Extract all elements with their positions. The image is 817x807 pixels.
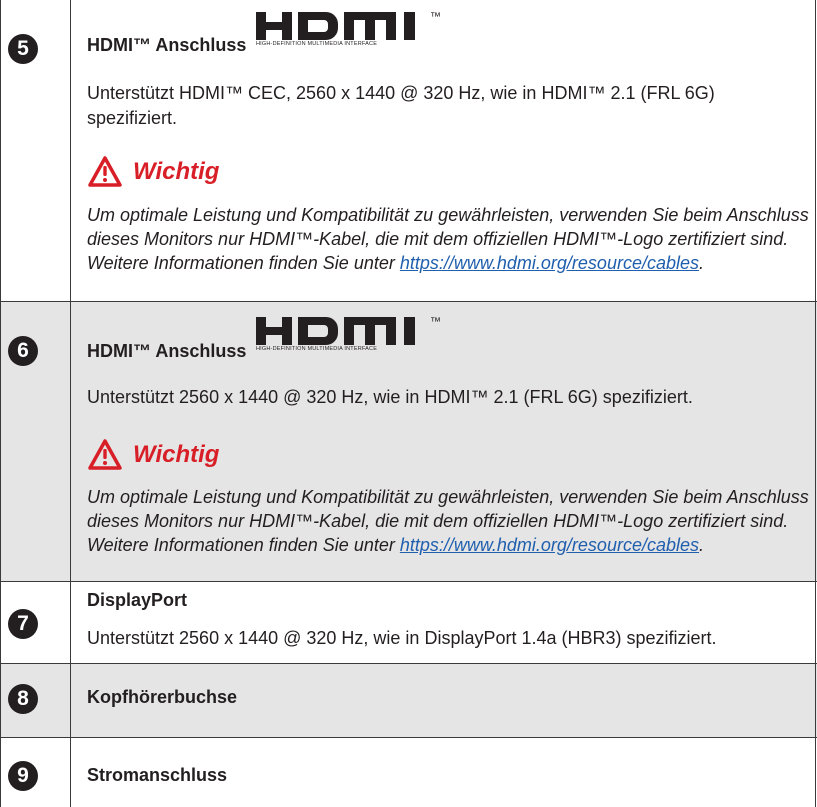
hdmi-logo: ™ HIGH-DEFINITION MULTIMEDIA INTERFACE [256, 12, 441, 47]
column-divider [0, 0, 1, 807]
column-divider [70, 0, 71, 807]
row-divider [0, 301, 817, 302]
table-row: 9 Stromanschluss [0, 737, 817, 807]
important-label: Wichtig [133, 441, 220, 468]
section-title: HDMI™ Anschluss [87, 341, 247, 361]
section-title: Kopfhörerbuchse [87, 687, 238, 707]
table-row: 6 HDMI™ Anschluss ™ HIGH-DEFINITION MULT… [0, 301, 817, 581]
section-description: Unterstützt 2560 x 1440 @ 320 Hz, wie in… [87, 628, 717, 648]
logo-subtitle: HIGH-DEFINITION MULTIMEDIA INTERFACE [256, 41, 378, 47]
table-row: 5 HDMI™ Anschluss ™ HIGH-DEFINITION MULT… [0, 0, 817, 301]
row-divider [0, 581, 817, 582]
step-number-badge: 7 [8, 609, 38, 639]
step-number-badge: 6 [8, 336, 38, 366]
row-divider [0, 663, 817, 664]
table-row: 7 DisplayPort Unterstützt 2560 x 1440 @ … [0, 581, 817, 663]
trademark-mark: ™ [430, 11, 441, 23]
step-number-badge: 8 [8, 684, 38, 714]
important-note: Um optimale Leistung und Kompatibilität … [87, 485, 812, 557]
column-divider [815, 0, 816, 807]
important-note: Um optimale Leistung und Kompatibilität … [87, 203, 812, 275]
important-label: Wichtig [133, 158, 220, 185]
hdmi-cables-link[interactable]: https://www.hdmi.org/resource/cables [400, 253, 699, 273]
note-end: . [699, 253, 705, 273]
important-callout: Wichtig [87, 155, 219, 189]
hdmi-logo-icon [256, 317, 415, 345]
section-title: DisplayPort [87, 590, 188, 610]
section-title: Stromanschluss [87, 765, 228, 785]
row-divider [0, 737, 817, 738]
trademark-mark: ™ [430, 316, 441, 328]
table-row: 8 Kopfhörerbuchse [0, 663, 817, 737]
section-description: Unterstützt HDMI™ CEC, 2560 x 1440 @ 320… [87, 83, 715, 128]
important-callout: Wichtig [87, 438, 219, 472]
step-number-badge: 5 [8, 34, 38, 64]
warning-triangle-icon [88, 439, 122, 470]
step-number-badge: 9 [8, 761, 38, 791]
hdmi-logo-icon [256, 12, 415, 40]
hdmi-cables-link[interactable]: https://www.hdmi.org/resource/cables [400, 535, 699, 555]
hdmi-logo: ™ HIGH-DEFINITION MULTIMEDIA INTERFACE [256, 317, 441, 352]
ports-table: 5 HDMI™ Anschluss ™ HIGH-DEFINITION MULT… [0, 0, 817, 807]
section-description: Unterstützt 2560 x 1440 @ 320 Hz, wie in… [87, 387, 693, 407]
warning-triangle-icon [88, 156, 122, 187]
logo-subtitle: HIGH-DEFINITION MULTIMEDIA INTERFACE [256, 346, 378, 352]
section-title: HDMI™ Anschluss [87, 35, 247, 55]
note-end: . [699, 535, 705, 555]
